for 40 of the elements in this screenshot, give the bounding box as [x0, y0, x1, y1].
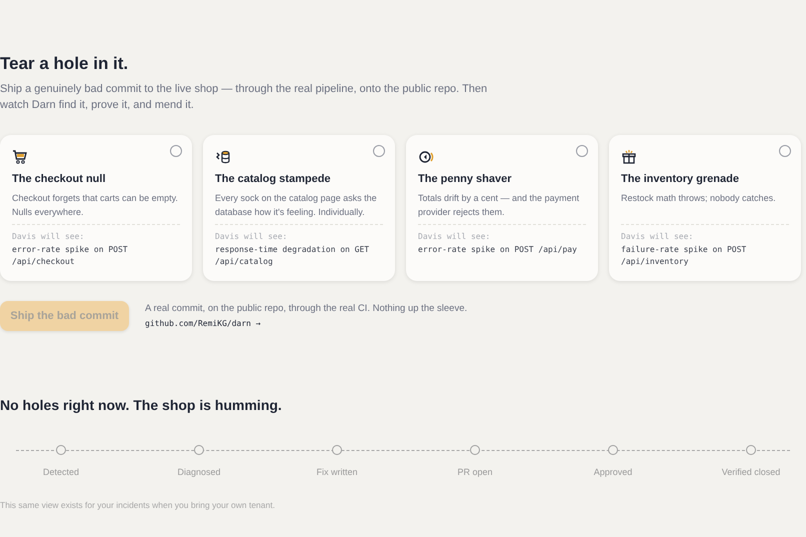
signal-text: error-rate spike on POST /api/pay	[418, 244, 578, 256]
radio-button[interactable]	[779, 145, 791, 157]
status-heading: No holes right now. The shop is humming.	[0, 397, 283, 413]
scenario-description: Restock math throws; nobody catches.	[621, 192, 777, 205]
scenario-card[interactable]: The catalog stampede Every sock on the catalog page asks the database how it's feeling. Individually. Davis will see: response-time degradation on GET /api/catalog	[203, 135, 395, 281]
stage-label: PR open	[457, 467, 493, 477]
footnote: This same view exists for your incidents when you bring your own tenant.	[0, 500, 276, 510]
signal-label: Davis will see:	[215, 231, 288, 243]
intro-text: Ship a genuinely bad commit to the live shop — through the real pipeline, onto the public repo. Then watch Darn find it, prove it, and mend it.	[0, 82, 488, 113]
scenario-card[interactable]: The checkout null Checkout forgets that carts can be empty. Nulls everywhere. Davis will see: error-rate spike on POST /api/checkout	[0, 135, 192, 281]
signal-label: Davis will see:	[12, 231, 86, 243]
coin-icon	[418, 149, 434, 165]
stage-label: Fix written	[316, 467, 358, 477]
database-icon	[215, 149, 231, 165]
box-icon	[621, 149, 637, 165]
scenario-title: The inventory grenade	[621, 173, 740, 185]
signal-label: Davis will see:	[621, 231, 694, 243]
scenario-title: The checkout null	[12, 173, 107, 185]
signal-text: error-rate spike on POST /api/checkout	[12, 244, 129, 268]
scenario-description: Checkout forgets that carts can be empty. Nulls everywhere.	[12, 192, 179, 219]
stage-label: Detected	[42, 467, 80, 477]
scenario-card[interactable]: The penny shaver Totals drift by a cent — and the payment provider rejects them. Davis will see: error-rate spike on POST /api/pay	[406, 135, 598, 281]
scenario-title: The penny shaver	[418, 173, 513, 185]
signal-text: response-time degradation on GET /api/catalog	[215, 244, 370, 268]
stage-label: Approved	[594, 467, 632, 477]
scenario-title: The catalog stampede	[215, 173, 332, 185]
section-heading: Tear a hole in it.	[0, 54, 130, 74]
signal-label: Davis will see:	[418, 231, 492, 243]
scenario-description: Totals drift by a cent — and the payment provider rejects them.	[418, 192, 580, 219]
cart-icon	[12, 149, 28, 165]
scenario-description: Every sock on the catalog page asks the database how it's feeling. Individually.	[215, 192, 378, 219]
ship-note: A real commit, on the public repo, through the real CI. Nothing up the sleeve.	[145, 303, 468, 314]
signal-text: failure-rate spike on POST /api/inventory	[621, 244, 748, 268]
stage-label: Verified closed	[722, 467, 780, 477]
scenario-card[interactable]: The inventory grenade Restock math throws; nobody catches. Davis will see: failure-rate spike on POST /api/inventory	[609, 135, 801, 281]
radio-button[interactable]	[170, 145, 182, 157]
stage-label: Diagnosed	[177, 467, 221, 477]
repo-link[interactable]: github.com/RemiKG/darn →	[145, 319, 261, 328]
radio-button[interactable]	[373, 145, 385, 157]
radio-button[interactable]	[576, 145, 588, 157]
